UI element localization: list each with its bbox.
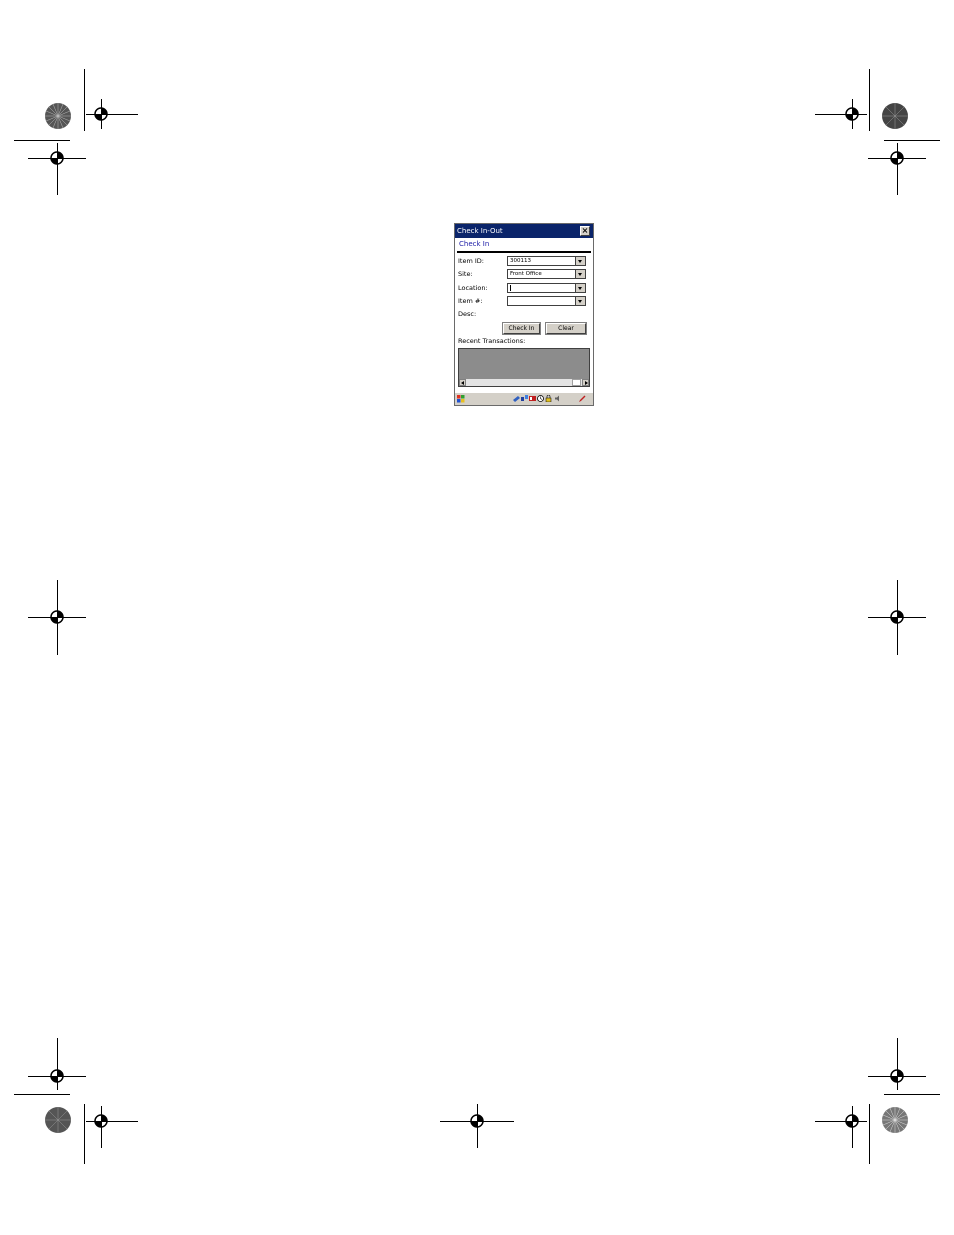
registration-starburst-bottom-left — [44, 1106, 72, 1134]
window-title: Check In-Out — [457, 227, 503, 235]
check-in-button[interactable]: Check In — [502, 322, 541, 335]
location-combo[interactable] — [507, 283, 586, 293]
crop-line — [101, 1106, 102, 1148]
pen-icon[interactable] — [579, 395, 586, 402]
item-id-label: Item ID: — [458, 257, 484, 265]
desc-label: Desc: — [458, 310, 477, 318]
crop-line — [101, 99, 102, 129]
item-id-combo[interactable]: 300113 — [507, 256, 586, 266]
crop-line — [869, 69, 870, 131]
scrollbar-thumb[interactable] — [572, 379, 581, 386]
crop-line — [852, 99, 853, 129]
crop-line — [14, 1094, 70, 1095]
crop-line — [869, 1104, 870, 1164]
network-icon[interactable] — [513, 395, 520, 402]
crop-line — [897, 1038, 898, 1090]
crop-line — [897, 143, 898, 195]
connection-icon[interactable] — [521, 395, 528, 402]
chevron-down-icon[interactable] — [575, 257, 585, 265]
close-button[interactable]: × — [580, 226, 590, 236]
device-screen: Check In-Out × Check In Item ID: 300113 … — [454, 223, 594, 406]
lock-icon[interactable] — [545, 395, 552, 402]
item-number-combo[interactable] — [507, 296, 586, 306]
tab-check-in[interactable]: Check In — [459, 240, 489, 248]
site-value: Front Office — [510, 271, 542, 277]
crop-line — [815, 1121, 867, 1122]
crop-line — [57, 580, 58, 655]
horizontal-scrollbar[interactable] — [459, 379, 589, 386]
close-icon: × — [581, 226, 589, 235]
chevron-down-icon[interactable] — [575, 297, 585, 305]
clear-button[interactable]: Clear — [545, 322, 587, 335]
location-label: Location: — [458, 284, 488, 292]
crop-line — [84, 69, 85, 131]
crop-line — [477, 1104, 478, 1148]
registration-starburst-top-left — [44, 102, 72, 130]
crop-line — [815, 114, 867, 115]
crop-line — [86, 114, 138, 115]
recent-transactions-list[interactable] — [458, 348, 590, 387]
window-titlebar: Check In-Out × — [455, 224, 593, 238]
recent-transactions-label: Recent Transactions: — [458, 337, 526, 345]
battery-icon[interactable] — [529, 395, 536, 402]
clock-icon[interactable] — [537, 395, 544, 402]
crop-line — [852, 1106, 853, 1148]
tab-divider — [457, 251, 591, 253]
speaker-icon[interactable] — [554, 395, 561, 402]
scroll-right-icon[interactable] — [582, 379, 589, 386]
registration-starburst-bottom-right — [881, 1106, 909, 1134]
chevron-down-icon[interactable] — [575, 270, 585, 278]
crop-line — [84, 1104, 85, 1164]
crop-line — [86, 1121, 138, 1122]
item-number-label: Item #: — [458, 297, 483, 305]
site-combo[interactable]: Front Office — [507, 269, 586, 279]
crop-line — [897, 580, 898, 655]
registration-starburst-top-right — [881, 102, 909, 130]
chevron-down-icon[interactable] — [575, 284, 585, 292]
windows-flag-icon[interactable] — [457, 395, 465, 403]
crop-line — [57, 1038, 58, 1090]
crop-line — [884, 140, 940, 141]
scroll-left-icon[interactable] — [459, 379, 466, 386]
crop-line — [884, 1094, 940, 1095]
crop-line — [57, 143, 58, 195]
site-label: Site: — [458, 270, 473, 278]
taskbar — [455, 392, 593, 405]
crop-line — [14, 140, 70, 141]
text-caret — [510, 285, 511, 291]
item-id-value: 300113 — [510, 258, 531, 264]
